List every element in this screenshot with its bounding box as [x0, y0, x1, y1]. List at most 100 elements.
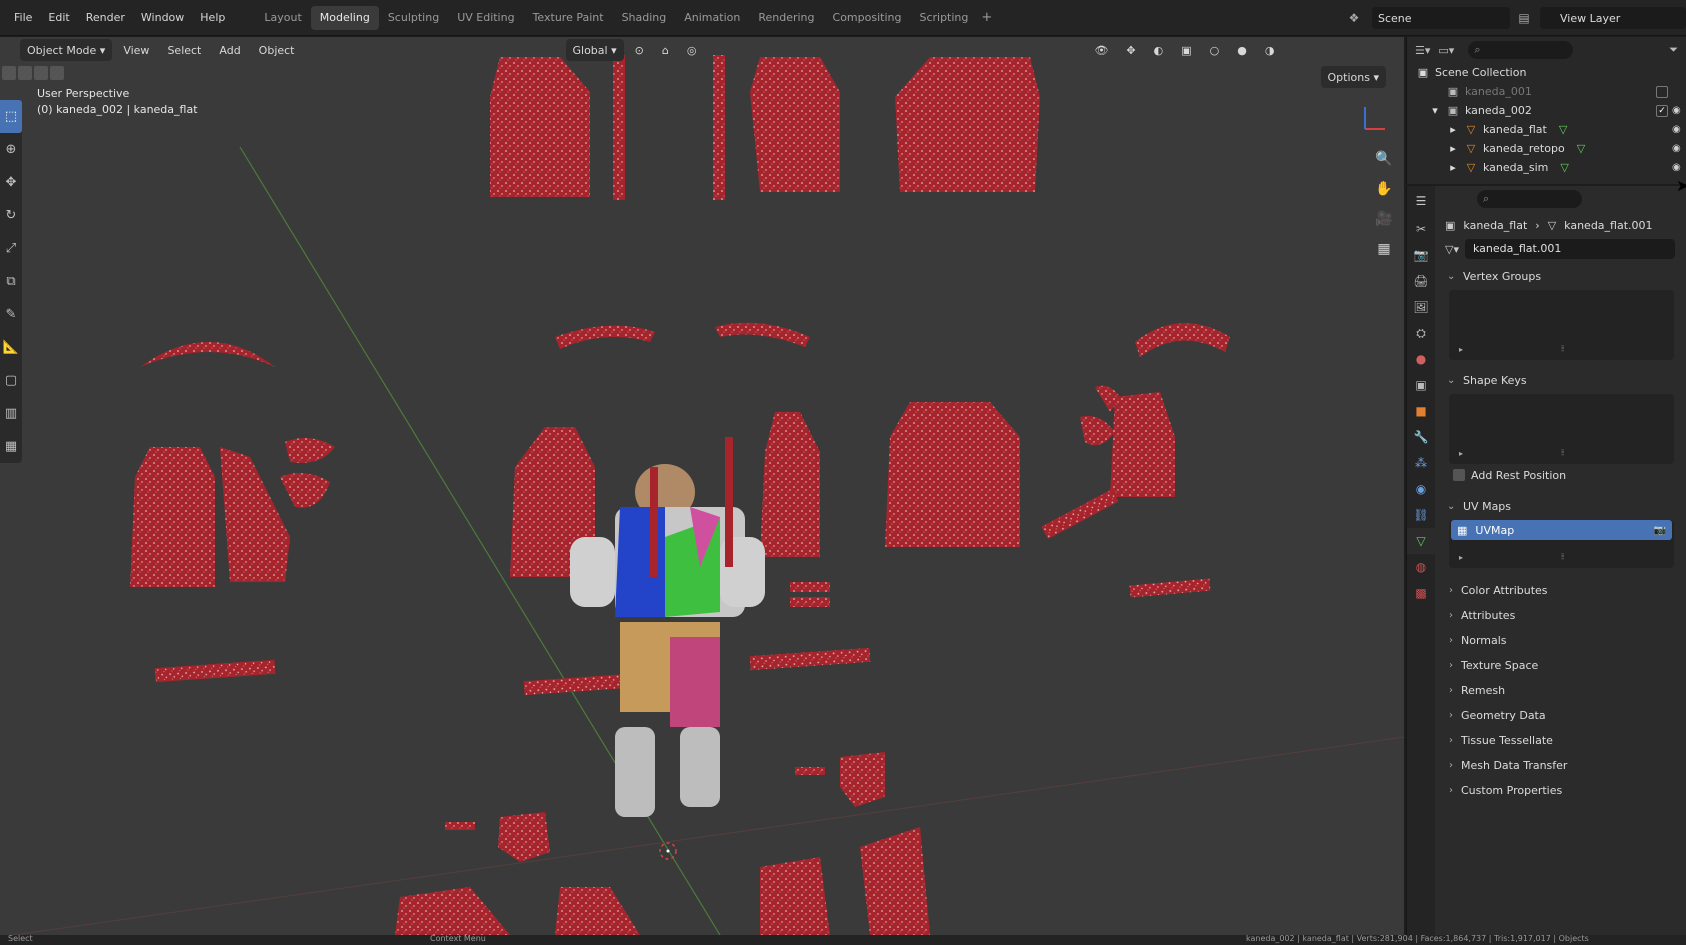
render-tab-icon[interactable]: 📷	[1407, 242, 1435, 268]
material-tab-icon[interactable]: ◍	[1407, 554, 1435, 580]
resize-grip-icon[interactable]: ⦙⦙⦙	[1561, 344, 1565, 354]
scene-collection-row[interactable]: ▣ Scene Collection	[1407, 63, 1686, 82]
disclosure-triangle-icon[interactable]: ▸	[1447, 123, 1459, 136]
view-layer-icon[interactable]: ▤	[1516, 10, 1532, 26]
output-tab-icon[interactable]: 🖨	[1407, 268, 1435, 294]
select-extend-icon[interactable]	[18, 66, 32, 80]
collection-tab-icon[interactable]: ▣	[1407, 372, 1435, 398]
disclosure-triangle-icon[interactable]: ▸	[1447, 142, 1459, 155]
select-box-icon[interactable]: ⬚	[0, 100, 22, 133]
expand-triangle-icon[interactable]: ▸	[1459, 449, 1463, 458]
tab-animation[interactable]: Animation	[675, 6, 749, 30]
cursor-tool-icon[interactable]: ⊕	[0, 133, 22, 166]
menu-render[interactable]: Render	[78, 0, 133, 36]
vertex-groups-list[interactable]: ▸ ⦙⦙⦙	[1449, 290, 1674, 360]
shading-material-icon[interactable]: ◑	[1258, 39, 1282, 61]
world-tab-icon[interactable]: ●	[1407, 346, 1435, 372]
xray-icon[interactable]: ▣	[1174, 39, 1198, 61]
outliner-item[interactable]: ▣ kaneda_001	[1407, 82, 1686, 101]
scene-selector-icon[interactable]: ❖	[1346, 10, 1362, 26]
viewport-menu-select[interactable]: Select	[160, 39, 208, 61]
filter-icon[interactable]: ⏷	[1669, 43, 1678, 57]
view-layer-selector[interactable]: View Layer	[1540, 7, 1686, 29]
mesh-browse-icon[interactable]: ▽▾	[1445, 243, 1459, 256]
viewport-menu-object[interactable]: Object	[252, 39, 302, 61]
add-rest-position-checkbox[interactable]	[1453, 469, 1465, 481]
3d-viewport[interactable]: Object Mode ▾ View Select Add Object Global…	[0, 37, 1404, 935]
visibility-eye-icon[interactable]: ◉	[1672, 124, 1686, 135]
visibility-eye-icon[interactable]: ◉	[1672, 105, 1686, 116]
menu-edit[interactable]: Edit	[40, 0, 77, 36]
expand-triangle-icon[interactable]: ▸	[1459, 345, 1463, 354]
texture-tab-icon[interactable]: ▩	[1407, 580, 1435, 606]
disclosure-triangle-icon[interactable]: ▾	[1429, 104, 1441, 117]
visibility-icon[interactable]: 👁	[1087, 39, 1115, 61]
transform-tool-icon[interactable]: ⧉	[0, 265, 22, 298]
pan-hand-icon[interactable]: ✋	[1372, 177, 1396, 201]
exclude-checkbox[interactable]: ✓	[1656, 104, 1668, 117]
select-invert-icon[interactable]	[50, 66, 64, 80]
panel-tissue-tessellate[interactable]: › Tissue Tessellate	[1435, 728, 1686, 753]
move-tool-icon[interactable]: ✥	[0, 166, 22, 199]
overlay-icon[interactable]: ◐	[1147, 39, 1171, 61]
view-layer-tab-icon[interactable]: 🖼	[1407, 294, 1435, 320]
tab-layout[interactable]: Layout	[255, 6, 310, 30]
tab-texture-paint[interactable]: Texture Paint	[524, 6, 613, 30]
active-render-icon[interactable]: 📷	[1654, 525, 1666, 536]
shape-keys-list[interactable]: ▸ ⦙⦙⦙	[1449, 394, 1674, 464]
add-rest-position-row[interactable]: Add Rest Position	[1435, 464, 1686, 486]
props-editor-icon[interactable]: ☰	[1407, 186, 1435, 216]
scene-tab-icon[interactable]: ⛭	[1407, 320, 1435, 346]
particles-tab-icon[interactable]: ⁂	[1407, 450, 1435, 476]
scene-selector[interactable]: Scene	[1372, 7, 1510, 29]
panel-attributes[interactable]: › Attributes	[1435, 603, 1686, 628]
select-subtract-icon[interactable]	[34, 66, 48, 80]
rotate-tool-icon[interactable]: ↻	[0, 199, 22, 232]
annotate-tool-icon[interactable]: ✎	[0, 298, 22, 331]
panel-color-attributes[interactable]: › Color Attributes	[1435, 578, 1686, 603]
outliner-search[interactable]: ⌕	[1468, 41, 1574, 59]
tool-tab-icon[interactable]: ✂	[1407, 216, 1435, 242]
snap-icon[interactable]: ⌂	[655, 39, 676, 61]
menu-window[interactable]: Window	[133, 0, 192, 36]
zoom-icon[interactable]: 🔍	[1372, 147, 1396, 171]
gizmo-toggle-icon[interactable]: ✥	[1119, 39, 1142, 61]
properties-search[interactable]: ⌕	[1477, 190, 1582, 208]
shape-keys-header[interactable]: ⌄ Shape Keys	[1435, 368, 1686, 392]
disclosure-triangle-icon[interactable]: ▸	[1447, 161, 1459, 174]
outliner-editor-icon[interactable]: ☰▾	[1415, 44, 1430, 57]
menu-help[interactable]: Help	[192, 0, 233, 36]
visibility-eye-icon[interactable]: ◉	[1672, 162, 1686, 173]
shading-wire-icon[interactable]: ○	[1203, 39, 1227, 61]
panel-remesh[interactable]: › Remesh	[1435, 678, 1686, 703]
inset-icon[interactable]: ▦	[0, 430, 22, 463]
mesh-data-icon[interactable]: ▽	[1577, 142, 1585, 155]
panel-custom-properties[interactable]: › Custom Properties	[1435, 778, 1686, 803]
panel-normals[interactable]: › Normals	[1435, 628, 1686, 653]
extrude-icon[interactable]: ▥	[0, 397, 22, 430]
viewport-menu-add[interactable]: Add	[212, 39, 247, 61]
tab-sculpting[interactable]: Sculpting	[379, 6, 448, 30]
constraints-tab-icon[interactable]: ⛓	[1407, 502, 1435, 528]
resize-grip-icon[interactable]: ⦙⦙⦙	[1561, 552, 1565, 562]
mesh-data-icon[interactable]: ▽	[1559, 123, 1567, 136]
tab-rendering[interactable]: Rendering	[749, 6, 823, 30]
panel-mesh-data-transfer[interactable]: › Mesh Data Transfer	[1435, 753, 1686, 778]
outliner-item[interactable]: ▸ ▽ kaneda_sim ▽ ◉	[1407, 158, 1686, 177]
panel-texture-space[interactable]: › Texture Space	[1435, 653, 1686, 678]
vertex-groups-header[interactable]: ⌄ Vertex Groups	[1435, 264, 1686, 288]
display-mode-icon[interactable]: ▭▾	[1438, 44, 1454, 57]
add-workspace-icon[interactable]: +	[981, 10, 992, 25]
resize-grip-icon[interactable]: ⦙⦙⦙	[1561, 448, 1565, 458]
mesh-data-tab-icon[interactable]: ▽	[1407, 528, 1435, 554]
object-tab-icon[interactable]: ■	[1407, 398, 1435, 424]
outliner-item[interactable]: ▸ ▽ kaneda_flat ▽ ◉	[1407, 120, 1686, 139]
measure-tool-icon[interactable]: 📐	[0, 331, 22, 364]
panel-geometry-data[interactable]: › Geometry Data	[1435, 703, 1686, 728]
visibility-eye-icon[interactable]: ◉	[1672, 143, 1686, 154]
outliner-item[interactable]: ▾ ▣ kaneda_002 ✓ ◉	[1407, 101, 1686, 120]
add-cube-icon[interactable]: ▢	[0, 364, 22, 397]
scale-tool-icon[interactable]: ⤢	[0, 232, 22, 265]
transform-orientation[interactable]: Global ▾	[565, 39, 624, 61]
viewport-menu-view[interactable]: View	[116, 39, 156, 61]
